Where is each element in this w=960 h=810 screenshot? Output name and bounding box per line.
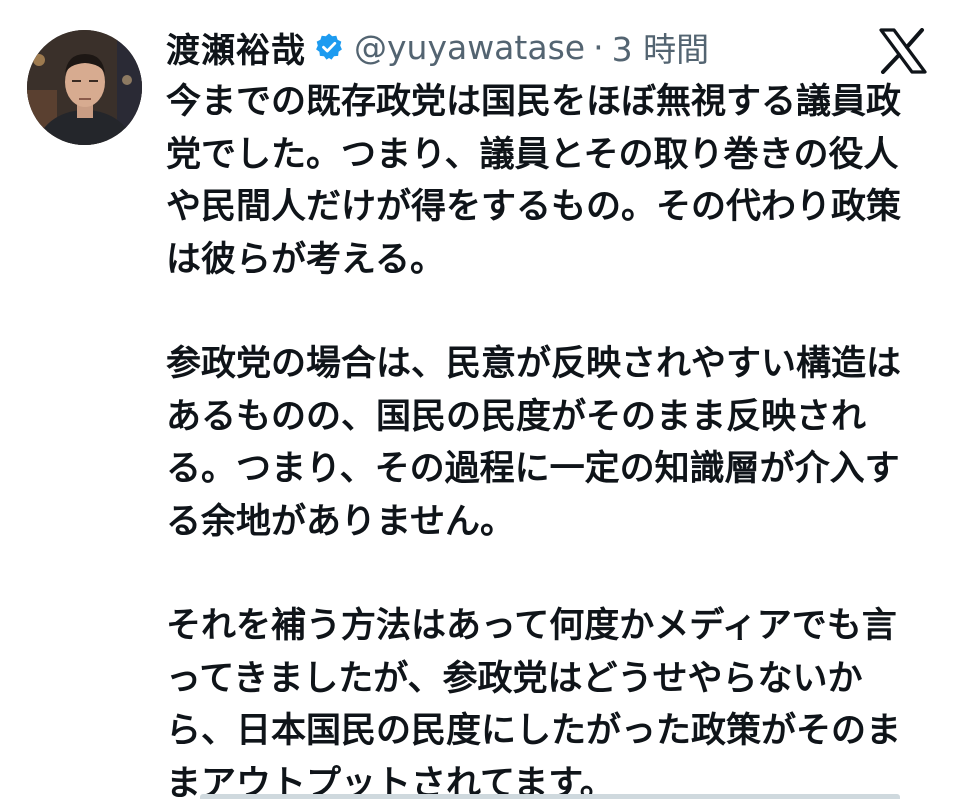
tweet-paragraph-3: それを補う方法はあって何度かメディアでも言 ってきましたが、参政党はどうせやらな…: [166, 600, 936, 810]
tweet-text-line: まアウトプットされてます。: [166, 758, 936, 810]
x-logo-icon: [878, 28, 928, 74]
tweet-paragraph-2: 参政党の場合は、民意が反映されやすい構造は あるものの、国民の民度がそのまま反映…: [166, 338, 936, 548]
tweet-text-line: は彼らが考える。: [166, 234, 936, 287]
tweet-paragraph-1: 今までの既存政党は国民をほぼ無視する議員政 党でした。つまり、議員とその取り巻き…: [166, 76, 936, 286]
tweet-text-line: ら、日本国民の民度にしたがった政策がそのま: [166, 705, 936, 758]
verified-badge-icon: [314, 32, 344, 62]
tweet-text-line: ってきましたが、参政党はどうせやらないか: [166, 653, 936, 706]
header-separator: ·: [593, 28, 604, 67]
author-handle[interactable]: @yuyawatase: [354, 28, 585, 67]
tweet-text-line: あるものの、国民の民度がそのまま反映され: [166, 391, 936, 444]
tweet-text-line: 今までの既存政党は国民をほぼ無視する議員政: [166, 76, 936, 129]
tweet-text-line: る余地がありません。: [166, 496, 936, 549]
tweet-header: 渡瀬裕哉 @yuyawatase · 3 時間: [166, 24, 709, 70]
tweet-timestamp[interactable]: 3 時間: [612, 23, 710, 71]
avatar[interactable]: [27, 30, 142, 145]
tweet-text-line: 参政党の場合は、民意が反映されやすい構造は: [166, 338, 936, 391]
tweet-text: 今までの既存政党は国民をほぼ無視する議員政 党でした。つまり、議員とその取り巻き…: [166, 76, 936, 810]
tweet-text-line: る。つまり、その過程に一定の知識層が介入す: [166, 443, 936, 496]
tweet-text-line: それを補う方法はあって何度かメディアでも言: [166, 600, 936, 653]
tweet-text-line: や民間人だけが得をするもの。その代わり政策: [166, 181, 936, 234]
card-bottom-divider: [200, 794, 900, 799]
tweet-text-line: 党でした。つまり、議員とその取り巻きの役人: [166, 129, 936, 182]
author-display-name[interactable]: 渡瀬裕哉: [166, 23, 306, 72]
avatar-photo: [27, 30, 142, 145]
